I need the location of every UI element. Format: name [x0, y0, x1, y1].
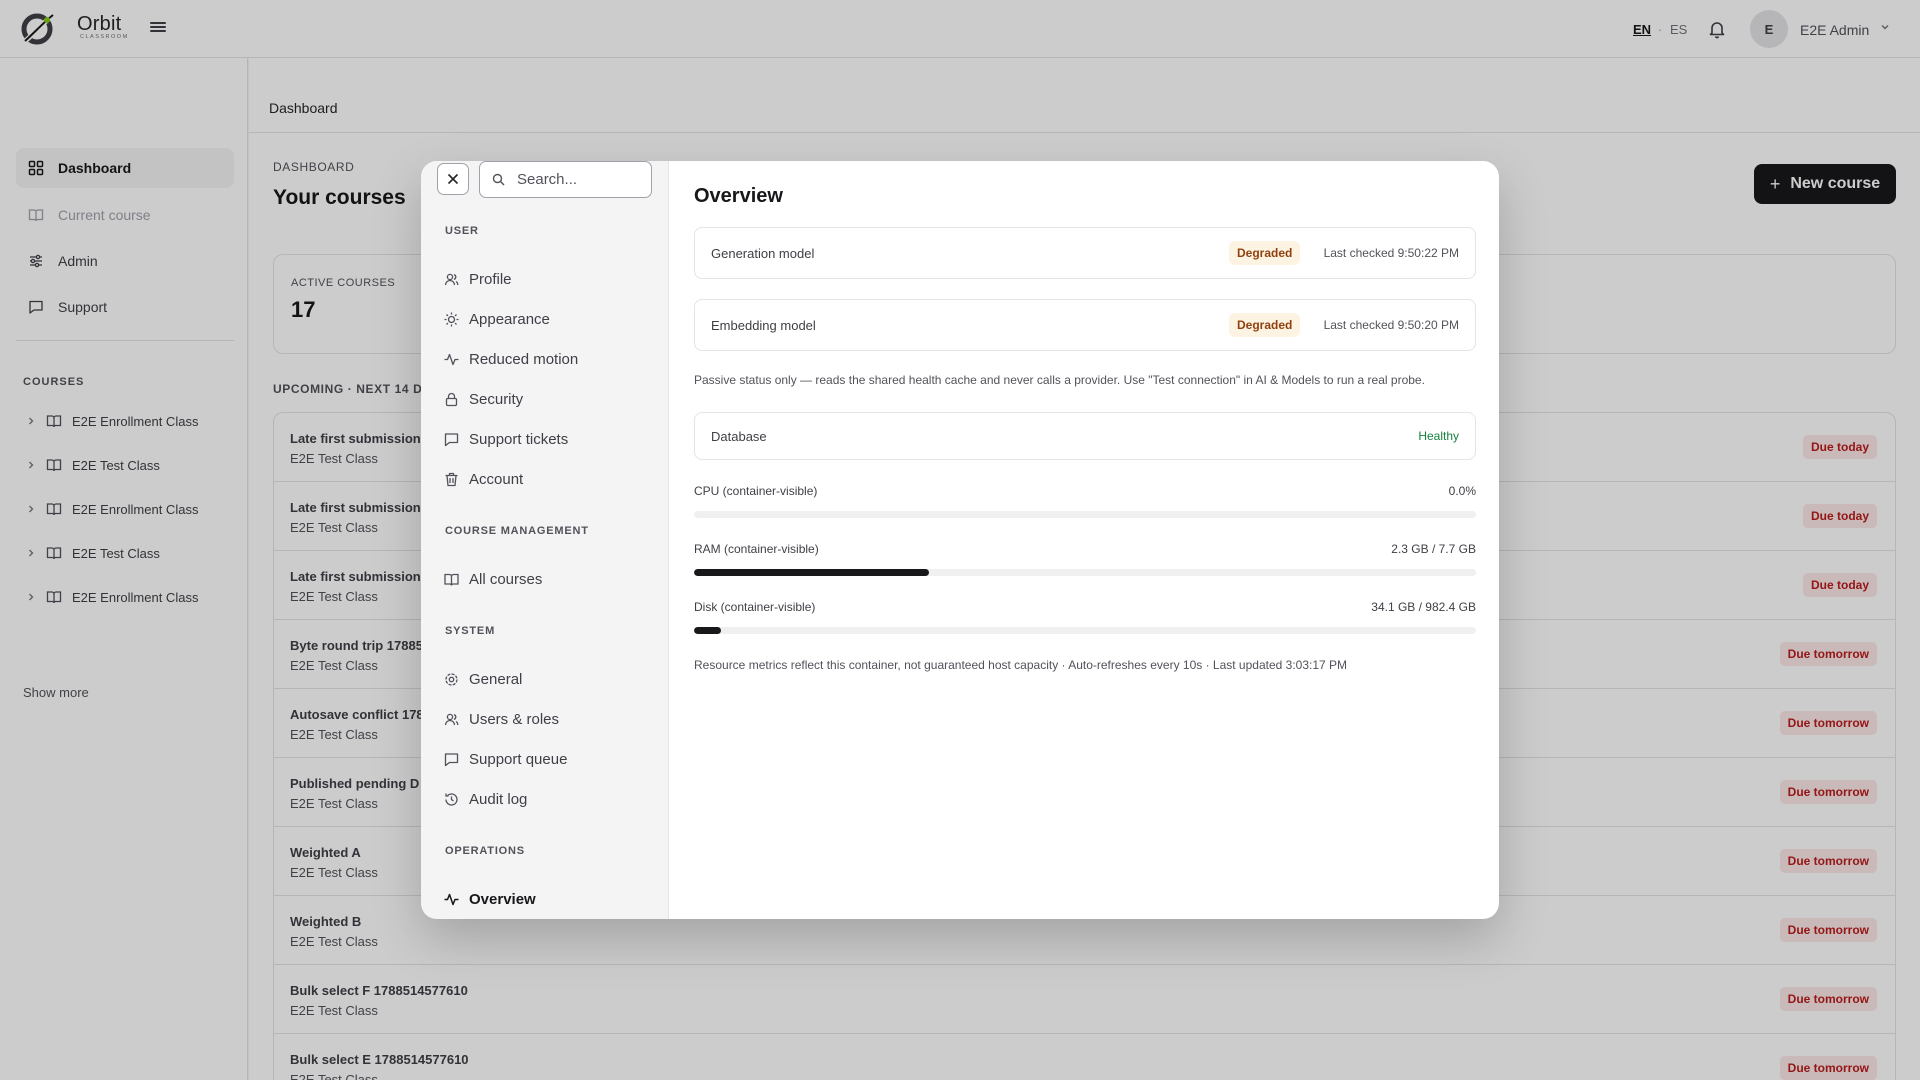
settings-item-label: Support tickets: [469, 430, 569, 448]
metric-label-ram: RAM (container-visible): [694, 542, 819, 556]
settings-item-label: General: [469, 670, 523, 688]
activity-icon: [444, 353, 459, 365]
settings-item-label: Appearance: [469, 310, 550, 328]
status-label: Embedding model: [711, 318, 816, 333]
settings-item-label: Support queue: [469, 750, 568, 768]
settings-item-reduced-motion[interactable]: Reduced motion: [441, 343, 651, 375]
progress-fill: [694, 569, 929, 576]
settings-item-support-queue[interactable]: Support queue: [441, 743, 651, 775]
last-checked: Last checked 9:50:20 PM: [1323, 318, 1459, 332]
status-badge: Degraded: [1229, 313, 1301, 337]
gear-icon: [445, 672, 458, 686]
settings-item-label: All courses: [469, 570, 543, 588]
settings-item-security[interactable]: Security: [441, 383, 651, 415]
settings-item-label: Profile: [469, 270, 512, 288]
metric-label-cpu: CPU (container-visible): [694, 484, 818, 498]
generation-model-status: Generation model Degraded Last checked 9…: [694, 227, 1476, 279]
settings-item-audit-log[interactable]: Audit log: [441, 783, 651, 815]
section-heading-course-management: COURSE MANAGEMENT: [445, 525, 589, 537]
section-heading-user: USER: [445, 225, 479, 237]
settings-item-support-tickets[interactable]: Support tickets: [441, 423, 651, 455]
status-badge: Degraded: [1229, 241, 1301, 265]
progress-fill: [694, 627, 722, 634]
book-icon: [444, 573, 459, 586]
users-icon: [444, 273, 459, 285]
panel-title: Overview: [694, 185, 783, 207]
database-status: Database Healthy: [694, 412, 1476, 460]
settings-item-general[interactable]: General: [441, 663, 651, 695]
settings-item-label: Audit log: [469, 790, 528, 808]
chat-icon: [444, 752, 459, 766]
ram-progress-bar: [694, 569, 1476, 576]
history-icon: [445, 792, 458, 806]
search-input[interactable]: [517, 171, 637, 188]
settings-item-label: Overview: [469, 890, 536, 908]
metric-value-ram: 2.3 GB / 7.7 GB: [1391, 542, 1476, 556]
search-icon: [492, 173, 505, 186]
section-heading-system: SYSTEM: [445, 625, 496, 637]
settings-item-label: Users & roles: [469, 710, 560, 728]
settings-modal: USER Profile Appearance Reduced motion S…: [421, 161, 1499, 919]
disk-progress-bar: [694, 627, 1476, 634]
metric-value-cpu: 0.0%: [1448, 484, 1476, 498]
metric-label-disk: Disk (container-visible): [694, 600, 816, 614]
settings-search[interactable]: [479, 161, 652, 198]
settings-item-label: Security: [469, 390, 524, 408]
trash-icon: [445, 472, 458, 486]
embedding-model-status: Embedding model Degraded Last checked 9:…: [694, 299, 1476, 351]
close-button[interactable]: [437, 163, 469, 195]
section-heading-operations: OPERATIONS: [445, 845, 525, 857]
cpu-progress-bar: [694, 511, 1476, 518]
settings-sidebar: USER Profile Appearance Reduced motion S…: [421, 161, 669, 919]
settings-item-appearance[interactable]: Appearance: [441, 303, 651, 335]
settings-item-account[interactable]: Account: [441, 463, 651, 495]
settings-item-label: Reduced motion: [469, 350, 579, 368]
passive-status-note: Passive status only — reads the shared h…: [694, 373, 1425, 387]
users-icon: [444, 713, 459, 725]
sun-icon: [444, 312, 459, 326]
settings-item-users-roles[interactable]: Users & roles: [441, 703, 651, 735]
metrics-footnote: Resource metrics reflect this container,…: [694, 658, 1348, 672]
settings-item-all-courses[interactable]: All courses: [441, 563, 651, 595]
lock-icon: [445, 392, 458, 406]
chat-icon: [444, 432, 459, 446]
last-checked: Last checked 9:50:22 PM: [1323, 246, 1459, 260]
activity-icon: [444, 893, 459, 905]
status-badge: Healthy: [1418, 429, 1459, 443]
settings-item-label: Account: [469, 470, 524, 488]
settings-item-overview[interactable]: Overview: [441, 883, 651, 915]
overview-panel: Overview Generation model Degraded Last …: [669, 161, 1499, 919]
metric-value-disk: 34.1 GB / 982.4 GB: [1371, 600, 1476, 614]
status-label: Database: [711, 429, 767, 444]
close-icon: [447, 173, 459, 185]
settings-item-profile[interactable]: Profile: [441, 263, 651, 295]
status-label: Generation model: [711, 246, 815, 261]
